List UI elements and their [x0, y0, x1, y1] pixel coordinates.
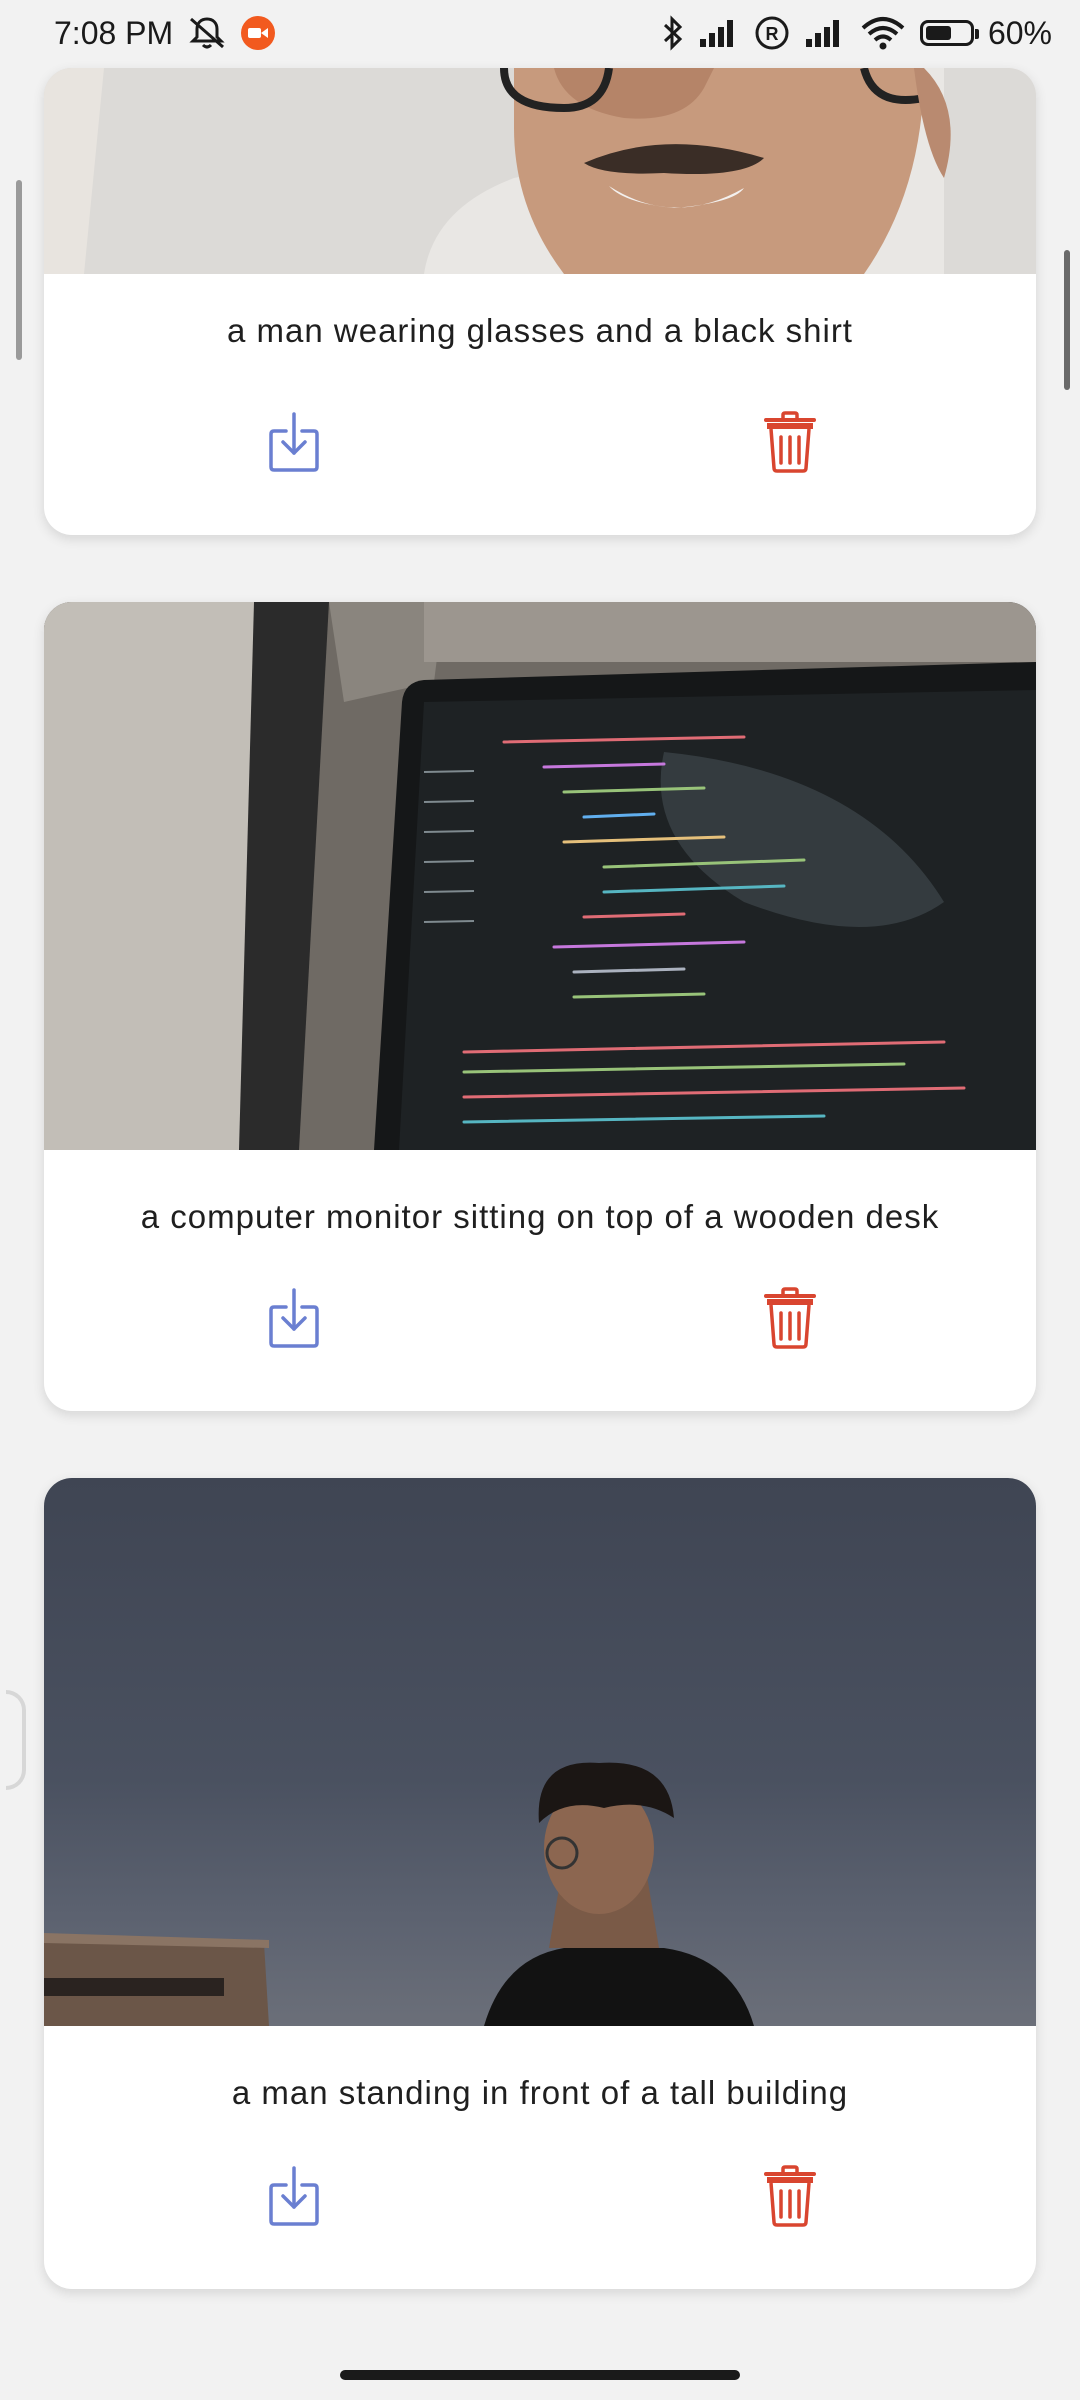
trash-icon — [764, 2165, 816, 2227]
card-actions — [44, 2161, 1036, 2231]
download-icon — [269, 412, 319, 472]
svg-text:R: R — [765, 24, 778, 44]
download-button[interactable] — [259, 407, 329, 477]
home-indicator[interactable] — [340, 2370, 740, 2380]
mute-icon — [187, 15, 227, 51]
screen-record-icon — [241, 16, 276, 50]
trash-icon — [764, 411, 816, 473]
wifi-icon — [860, 16, 906, 50]
bluetooth-icon — [662, 15, 684, 51]
download-icon — [269, 1288, 319, 1348]
status-time: 7:08 PM — [54, 14, 174, 51]
scroll-indicator-left — [16, 180, 22, 360]
delete-button[interactable] — [755, 2161, 825, 2231]
caption-card: a man wearing glasses and a black shirt — [44, 68, 1036, 535]
night-portrait-photo — [44, 1478, 1036, 2026]
selfie-photo — [44, 68, 1036, 274]
scrollbar[interactable] — [1064, 250, 1070, 390]
download-button[interactable] — [259, 1283, 329, 1353]
signal-icon — [698, 17, 740, 49]
caption-card: a man standing in front of a tall buildi… — [44, 1478, 1036, 2289]
image-caption: a man standing in front of a tall buildi… — [231, 2074, 849, 2111]
delete-button[interactable] — [755, 1283, 825, 1353]
trash-icon — [764, 1287, 816, 1349]
card-actions — [44, 407, 1036, 477]
download-button[interactable] — [259, 2161, 329, 2231]
status-bar: 7:08 PM R 60% — [0, 0, 1080, 66]
image-caption: a man wearing glasses and a black shirt — [227, 312, 853, 349]
card-actions — [44, 1283, 1036, 1353]
roaming-icon: R — [754, 15, 790, 51]
battery-percent: 60% — [987, 14, 1052, 51]
battery-icon — [919, 20, 979, 46]
battery-fill — [925, 26, 952, 40]
delete-button[interactable] — [755, 407, 825, 477]
image-caption: a computer monitor sitting on top of a w… — [140, 1198, 940, 1235]
edge-gesture-handle[interactable] — [6, 1690, 26, 1790]
signal-icon — [804, 17, 846, 49]
download-icon — [269, 2166, 319, 2226]
caption-card: a computer monitor sitting on top of a w… — [44, 602, 1036, 1411]
monitor-code-photo — [44, 602, 1036, 1150]
